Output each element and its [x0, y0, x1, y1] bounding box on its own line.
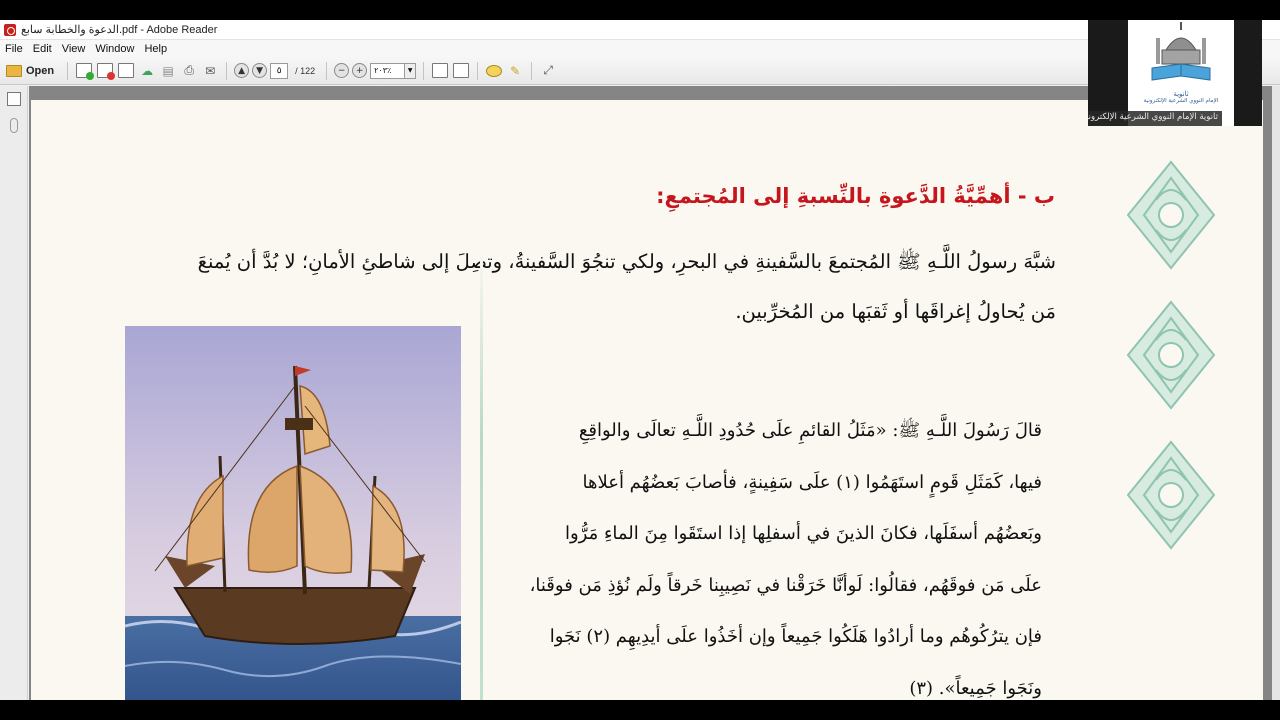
toolbar-separator	[326, 61, 328, 80]
edit-pdf-button[interactable]	[117, 62, 135, 80]
window-title: الدعوة والخطابة سابع.pdf - Adobe Reader	[21, 24, 218, 36]
ornament-icon	[1126, 160, 1216, 270]
create-pdf-button[interactable]	[75, 62, 95, 80]
edit-icon	[118, 63, 135, 78]
menu-file[interactable]: File	[0, 43, 28, 55]
ornament-icon	[1126, 440, 1216, 550]
hadith-line: قالَ رَسُولَ اللَّـهِ ﷺ: «مَثَلُ القائمِ…	[578, 420, 1042, 441]
ornament-icon	[1126, 300, 1216, 410]
fit-width-button[interactable]	[452, 62, 470, 80]
print-icon: ⎙	[184, 63, 194, 77]
export-pdf-button[interactable]	[96, 62, 116, 80]
fit-page-icon	[432, 63, 449, 78]
toolbar-separator	[67, 61, 69, 80]
decorative-ornaments	[1118, 160, 1226, 700]
hadith-line: ونَجَوا جَمِيعاً». (٣)	[909, 677, 1042, 699]
menu-help[interactable]: Help	[139, 43, 172, 55]
toolbar-separator	[531, 61, 533, 80]
save-icon: ▤	[162, 63, 174, 78]
highlight-button[interactable]: ✎	[506, 62, 524, 80]
toolbar-separator	[477, 61, 479, 80]
hadith-line: فإن يترُكُوهُم وما أرادُوا هَلَكُوا جَمِ…	[549, 626, 1042, 647]
fit-page-button[interactable]	[431, 62, 449, 80]
comment-button[interactable]	[485, 62, 503, 80]
webcam-caption: ثانوية الإمام النووي الشرعية الإلكترونية	[1088, 111, 1222, 126]
minus-icon: −	[337, 65, 346, 76]
zoom-select[interactable]: ٢٠٣٪ ▼	[370, 62, 417, 79]
column-divider	[480, 250, 483, 700]
open-button[interactable]: Open	[4, 61, 60, 81]
fullscreen-button[interactable]: ⤢	[539, 62, 557, 80]
hadith-line: علَى مَن فوقَهُم، فقالُوا: لَوأنَّا خَرَ…	[529, 574, 1042, 596]
arrow-up-icon: ▲	[238, 65, 246, 76]
zoom-in-button[interactable]: +	[352, 63, 368, 78]
fit-width-icon	[453, 63, 470, 78]
arrow-down-icon: ▼	[256, 65, 264, 76]
cloud-upload-button[interactable]: ☁	[138, 62, 156, 80]
document-view[interactable]: ب - أهمِّيَّةُ الدَّعوةِ بالنِّسبةِ إلى …	[29, 86, 1272, 700]
hadith-paragraph: قالَ رَسُولَ اللَّـهِ ﷺ: «مَثَلُ القائمِ…	[505, 405, 1042, 700]
section-heading: ب - أهمِّيَّةُ الدَّعوةِ بالنِّسبةِ إلى …	[656, 184, 1055, 208]
folder-icon	[6, 64, 22, 77]
print-button[interactable]: ⎙	[180, 62, 198, 80]
paragraph-line: شبَّهَ رسولُ اللَّـهِ ﷺ المُجتمعَ بالسَّ…	[197, 250, 1056, 273]
zoom-out-button[interactable]: −	[334, 63, 350, 78]
toolbar-separator	[423, 61, 425, 80]
navigation-pane	[0, 86, 28, 700]
previous-page-button[interactable]: ▲	[234, 63, 250, 78]
open-button-label: Open	[26, 64, 55, 77]
logo-title: ثانوية	[1173, 90, 1189, 98]
highlighter-icon: ✎	[510, 63, 521, 78]
comment-icon	[486, 64, 503, 77]
intro-paragraph: شبَّهَ رسولُ اللَّـهِ ﷺ المُجتمعَ بالسَّ…	[121, 237, 1056, 337]
ship-illustration	[125, 326, 461, 700]
email-icon: ✉	[205, 63, 216, 78]
chevron-down-icon[interactable]: ▼	[404, 63, 416, 78]
logo-subtitle: الإمام النووي الشرعية الإلكترونية	[1143, 98, 1219, 104]
create-pdf-icon	[76, 63, 95, 80]
adobe-reader-icon	[4, 23, 16, 36]
page-total: / 122	[295, 65, 316, 76]
next-page-button[interactable]: ▼	[252, 63, 268, 78]
webcam-overlay: ثانوية الإمام النووي الشرعية الإلكترونية…	[1088, 20, 1262, 126]
export-pdf-icon	[97, 63, 116, 80]
zoom-value: ٢٠٣٪	[374, 66, 392, 75]
hadith-line: فيها، كَمَثَلِ قَومٍ استَهَمُوا (١) علَى…	[582, 471, 1043, 493]
page-thumbnails-icon[interactable]	[6, 92, 21, 106]
page-number-input[interactable]: ٥	[270, 62, 289, 79]
email-button[interactable]: ✉	[201, 62, 219, 80]
menu-edit[interactable]: Edit	[28, 43, 57, 55]
mosque-logo-icon	[1151, 22, 1211, 81]
vertical-scrollbar[interactable]	[1272, 86, 1280, 700]
pdf-page: ب - أهمِّيَّةُ الدَّعوةِ بالنِّسبةِ إلى …	[31, 100, 1263, 700]
menu-window[interactable]: Window	[90, 43, 139, 55]
expand-icon: ⤢	[543, 63, 553, 77]
save-button[interactable]: ▤	[159, 62, 177, 80]
menu-view[interactable]: View	[57, 43, 91, 55]
attachments-icon[interactable]	[9, 118, 18, 133]
cloud-icon: ☁	[141, 63, 154, 78]
hadith-line: وبَعضُهُم أسفَلَها، فكانَ الذينَ في أسفل…	[564, 523, 1042, 544]
toolbar-separator	[226, 61, 228, 80]
plus-icon: +	[355, 65, 364, 76]
